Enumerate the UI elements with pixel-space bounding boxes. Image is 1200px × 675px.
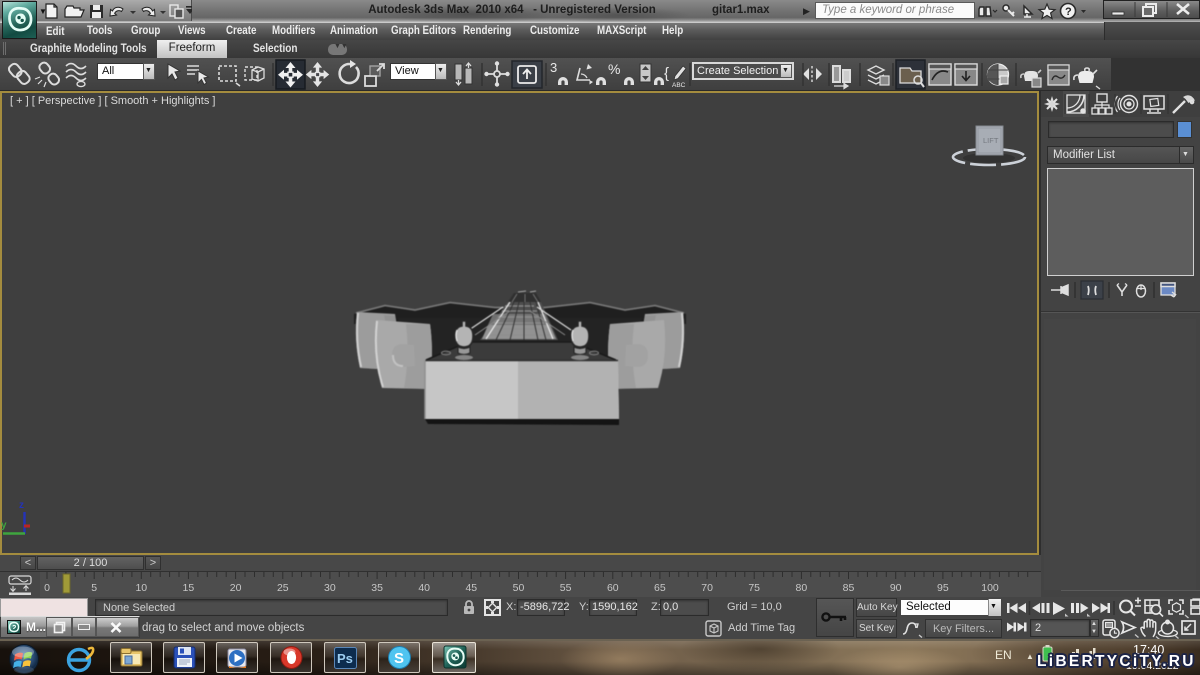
svg-text:80: 80 (796, 582, 808, 594)
svg-text:{: { (664, 65, 669, 82)
svg-text:70: 70 (701, 582, 713, 594)
svg-text:%: % (608, 61, 620, 77)
svg-text:40: 40 (418, 582, 430, 594)
svg-text:LIFT: LIFT (983, 136, 999, 145)
svg-text:100: 100 (981, 582, 999, 594)
svg-text:15: 15 (183, 582, 195, 594)
svg-text:?: ? (1065, 6, 1072, 18)
svg-text:10: 10 (135, 582, 147, 594)
svg-text:S: S (394, 650, 404, 667)
svg-text:55: 55 (560, 582, 572, 594)
svg-text:85: 85 (843, 582, 855, 594)
svg-text:z: z (19, 500, 24, 511)
svg-text:25: 25 (277, 582, 289, 594)
svg-text:35: 35 (371, 582, 383, 594)
svg-text:Ps: Ps (337, 651, 353, 666)
svg-text:90: 90 (890, 582, 902, 594)
svg-text:95: 95 (937, 582, 949, 594)
svg-text:3: 3 (550, 60, 557, 75)
svg-text:30: 30 (324, 582, 336, 594)
svg-text:45: 45 (465, 582, 477, 594)
svg-text:65: 65 (654, 582, 666, 594)
svg-text:ABC: ABC (672, 82, 686, 89)
svg-text:50: 50 (513, 582, 525, 594)
svg-text:0: 0 (44, 582, 50, 594)
svg-text:20: 20 (230, 582, 242, 594)
svg-text:5: 5 (91, 582, 97, 594)
svg-text:60: 60 (607, 582, 619, 594)
svg-text:y: y (1, 520, 7, 531)
svg-text:75: 75 (748, 582, 760, 594)
